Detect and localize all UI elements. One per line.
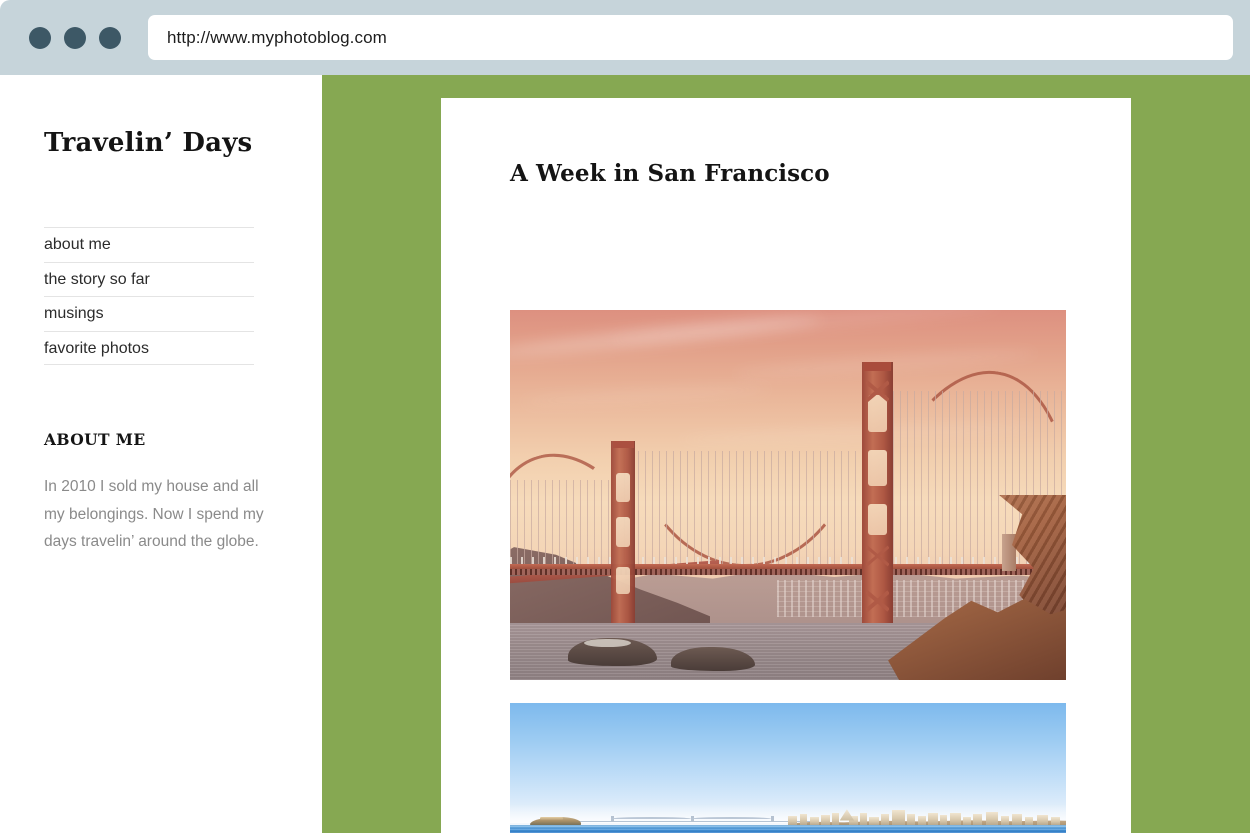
browser-window: http://www.myphotoblog.com Travelin’ Day…	[0, 0, 1250, 833]
tower-cross-brace	[866, 586, 890, 616]
building	[1051, 817, 1060, 825]
window-control-dot-maximize[interactable]	[99, 27, 121, 49]
tower-cap	[612, 441, 634, 449]
hanger-ropes-main	[623, 450, 866, 566]
skyline-illustration	[510, 703, 1066, 833]
building	[788, 816, 798, 825]
building-tall	[892, 810, 906, 825]
building	[950, 813, 961, 825]
url-text[interactable]: http://www.myphotoblog.com	[148, 28, 387, 48]
web-page: Travelin’ Days about me the story so far…	[0, 75, 1250, 833]
golden-gate-illustration	[510, 310, 1066, 680]
tower-portal	[867, 449, 888, 487]
building	[880, 814, 889, 825]
building	[809, 817, 820, 825]
tower-portal	[615, 472, 631, 502]
building	[906, 813, 916, 825]
window-controls	[29, 27, 121, 49]
building	[859, 812, 868, 825]
sea-rock	[671, 647, 755, 672]
tower-portal	[867, 504, 888, 535]
tower-cap	[863, 361, 892, 371]
tower-cross-brace	[866, 544, 890, 568]
window-control-dot-close[interactable]	[29, 27, 51, 49]
building	[928, 812, 938, 825]
building	[821, 815, 830, 825]
bridge-deck-truss	[510, 569, 1066, 575]
building	[963, 816, 971, 825]
tower-portal	[615, 517, 631, 547]
photo-san-francisco-skyline[interactable]	[510, 703, 1066, 833]
building-tall	[986, 811, 998, 825]
browser-chrome: http://www.myphotoblog.com	[0, 0, 1250, 75]
about-me-heading: ABOUT ME	[44, 430, 146, 449]
building	[869, 816, 879, 825]
downtown-skyline	[782, 806, 1066, 825]
building	[1025, 816, 1033, 825]
building	[973, 814, 983, 825]
building	[940, 815, 947, 825]
post-card: A Week in San Francisco	[441, 98, 1131, 833]
sidebar-item-about-me[interactable]: about me	[44, 227, 254, 262]
bay-water	[510, 824, 1066, 833]
bridge-tower-south	[851, 361, 904, 669]
blog-title: Travelin’ Days	[44, 128, 253, 158]
building	[1036, 815, 1048, 825]
sidebar-item-musings[interactable]: musings	[44, 296, 254, 331]
tower-cross-brace	[866, 377, 890, 404]
bay-bridge	[565, 815, 816, 823]
about-me-widget: ABOUT ME In 2010 I sold my house and all…	[44, 430, 276, 556]
building	[918, 816, 926, 825]
bay-bridge-tower	[770, 815, 775, 822]
window-control-dot-minimize[interactable]	[64, 27, 86, 49]
building	[831, 813, 839, 825]
sidebar-nav: about me the story so far musings favori…	[44, 227, 254, 366]
sidebar-item-favorite-photos[interactable]: favorite photos	[44, 330, 254, 366]
building	[1000, 815, 1009, 825]
hanger-ropes-far	[510, 480, 611, 566]
sidebar: Travelin’ Days about me the story so far…	[0, 75, 322, 833]
about-me-text: In 2010 I sold my house and all my belon…	[44, 478, 264, 550]
bridge-pier-right	[1001, 533, 1016, 571]
post-title: A Week in San Francisco	[510, 160, 830, 187]
photo-golden-gate-bridge[interactable]	[510, 310, 1066, 680]
building	[1012, 813, 1023, 825]
building	[799, 813, 808, 825]
address-bar[interactable]: http://www.myphotoblog.com	[148, 15, 1233, 60]
tower-portal	[615, 566, 631, 594]
sidebar-item-the-story-so-far[interactable]: the story so far	[44, 261, 254, 297]
